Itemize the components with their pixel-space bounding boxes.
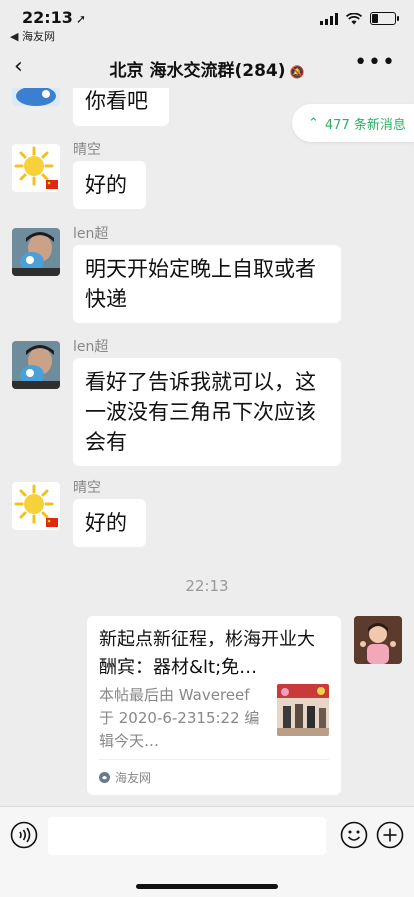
avatar[interactable] — [12, 88, 60, 106]
link-card-thumbnail — [277, 684, 329, 736]
message-bubble[interactable]: 你看吧 — [73, 88, 169, 126]
voice-input-icon[interactable] — [10, 821, 38, 849]
sender-name: 晴空 — [73, 142, 101, 158]
message-text: 看好了告诉我就可以，这一波没有三角吊下次应该会有 — [85, 370, 316, 454]
more-options-button[interactable]: ••• — [354, 50, 396, 75]
input-bar — [0, 806, 414, 897]
chat-area[interactable]: 你看吧 晴空 好的 len超 明天开始定晚上自取或者快递 len超 看好了告诉我… — [0, 88, 414, 806]
message-bubble[interactable]: 看好了告诉我就可以，这一波没有三角吊下次应该会有 — [73, 358, 341, 466]
avatar[interactable] — [12, 144, 60, 192]
message-text: 好的 — [85, 173, 127, 197]
double-up-chevron-icon: ⌃ — [308, 115, 319, 131]
source-logo-icon — [99, 772, 110, 783]
link-card-divider — [99, 759, 329, 760]
message-bubble[interactable]: 好的 — [73, 161, 146, 209]
mute-icon: 🔕 — [289, 65, 305, 79]
chat-title: 北京 海水交流群(284) 🔕 — [0, 56, 414, 81]
sender-name: 晴空 — [73, 480, 101, 496]
message-bubble[interactable]: 明天开始定晚上自取或者快递 — [73, 245, 341, 323]
message-timestamp: 22:13 — [185, 577, 229, 595]
status-time: 22:13 ➚ — [22, 8, 86, 27]
message-text: 你看吧 — [85, 89, 148, 113]
location-arrow-icon: ➚ — [75, 12, 86, 26]
my-avatar[interactable] — [354, 616, 402, 664]
new-messages-label: 477 条新消息 — [324, 117, 406, 133]
system-icons — [320, 12, 399, 25]
message-text: 好的 — [85, 511, 127, 535]
avatar[interactable] — [12, 341, 60, 389]
avatar[interactable] — [12, 228, 60, 276]
message-text: 明天开始定晚上自取或者快递 — [85, 257, 316, 311]
link-card-source-name: 海友网 — [115, 771, 152, 785]
link-card-title: 新起点新征程，彬海开业大酬宾：器材&lt;免… — [99, 629, 315, 678]
message-input[interactable] — [48, 817, 326, 855]
add-plus-icon[interactable] — [376, 821, 404, 849]
cellular-signal-icon — [320, 12, 338, 25]
emoji-icon[interactable] — [340, 821, 368, 849]
chat-header: ‹ 北京 海水交流群(284) 🔕 ••• — [0, 46, 414, 88]
home-indicator — [136, 884, 278, 889]
link-card-message[interactable]: 新起点新征程，彬海开业大酬宾：器材&lt;免… 本帖最后由 Wavereef于 … — [87, 616, 341, 795]
link-card-description: 本帖最后由 Wavereef于 2020-6-2315:22 编辑今天… — [99, 686, 260, 750]
new-messages-button[interactable]: ⌃ 477 条新消息 — [292, 104, 414, 142]
back-to-app-link[interactable]: ◀ 海友网 — [10, 28, 55, 44]
status-bar: 22:13 ➚ ◀ 海友网 — [0, 0, 414, 46]
battery-icon — [370, 12, 399, 25]
sender-name: len超 — [73, 226, 109, 242]
message-bubble[interactable]: 好的 — [73, 499, 146, 547]
wifi-icon — [346, 12, 362, 24]
link-card-source: 海友网 — [99, 769, 151, 786]
chat-title-text: 北京 海水交流群(284) — [109, 61, 286, 81]
avatar[interactable] — [12, 482, 60, 530]
sender-name: len超 — [73, 339, 109, 355]
